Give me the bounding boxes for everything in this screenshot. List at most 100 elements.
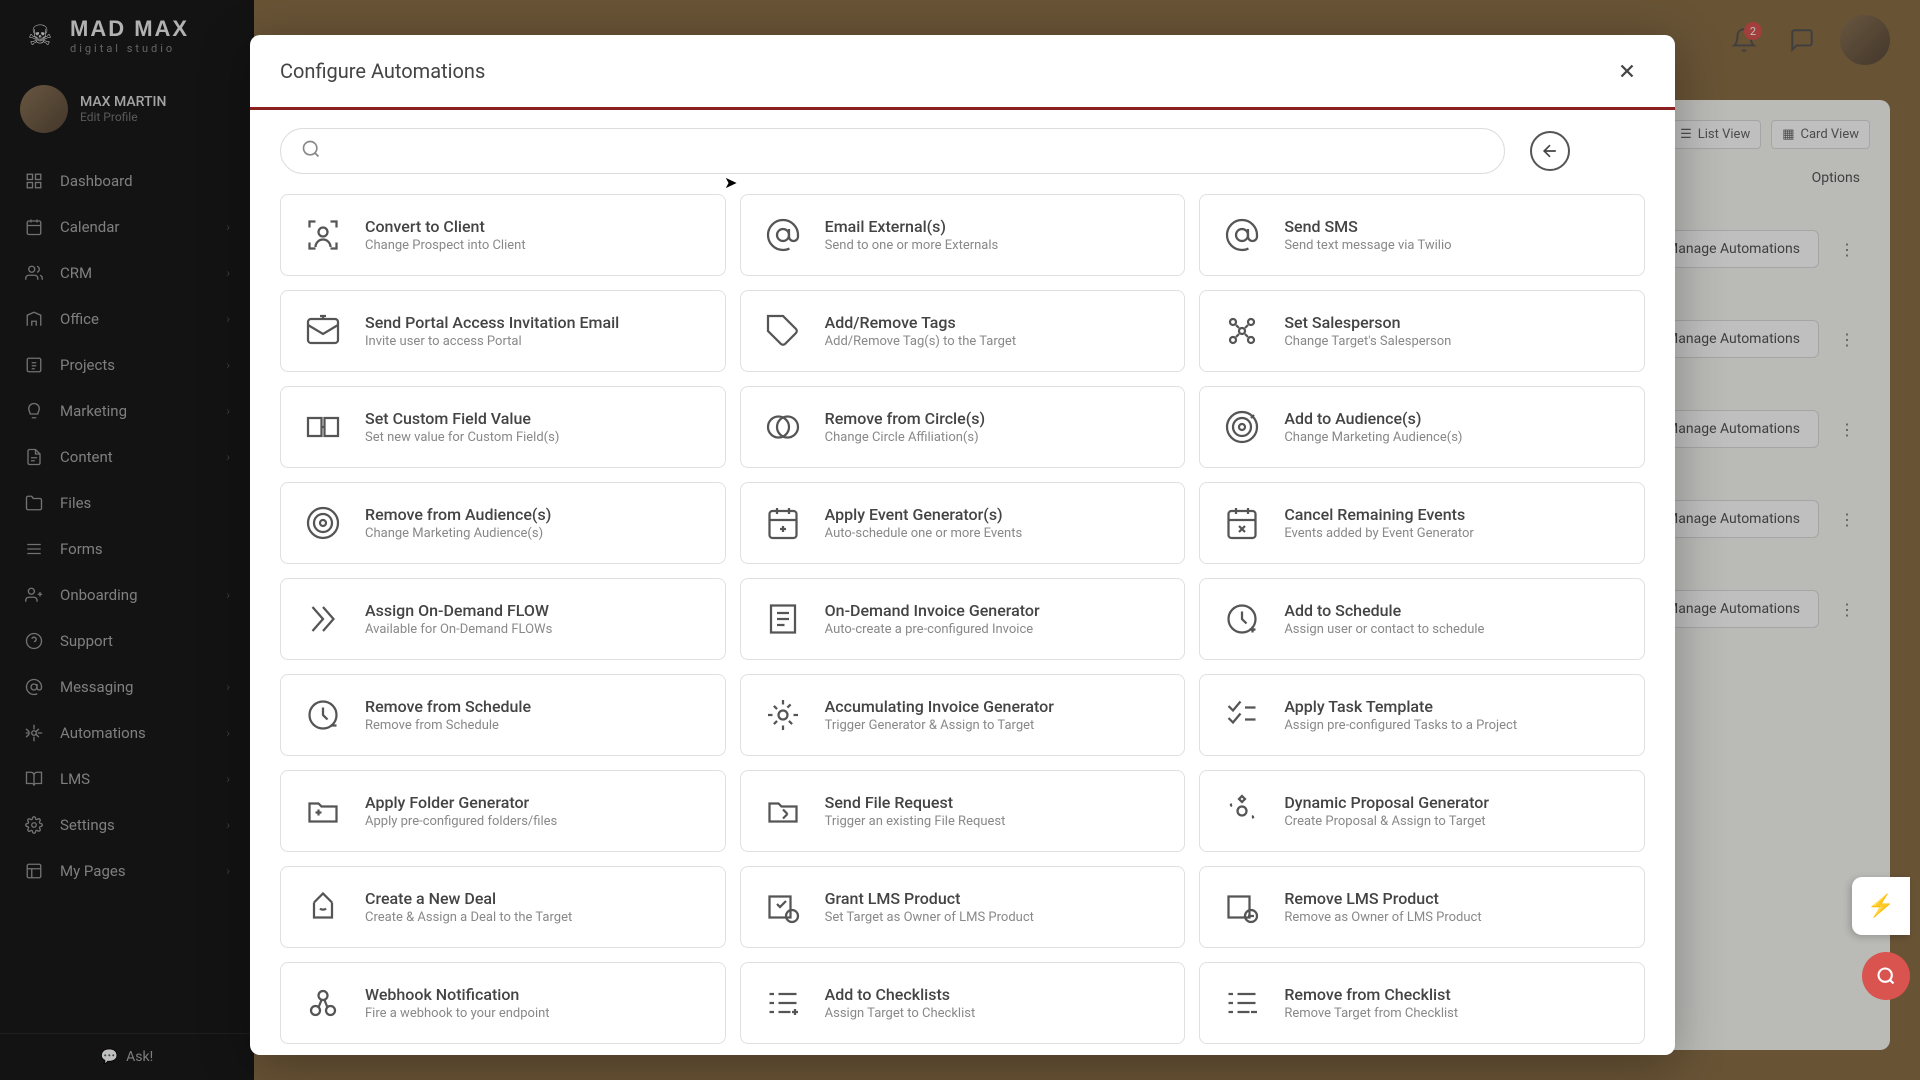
search-row: [250, 110, 1675, 184]
configure-automations-modal: Configure Automations Convert to ClientC…: [250, 35, 1675, 1055]
schedule-add-icon: [1220, 597, 1264, 641]
action-card-circle[interactable]: Remove from Circle(s)Change Circle Affil…: [740, 386, 1186, 468]
sms-icon: [1220, 213, 1264, 257]
action-card-sms[interactable]: Send SMSSend text message via Twilio: [1199, 194, 1645, 276]
email-icon: [761, 213, 805, 257]
search-icon: [301, 139, 321, 163]
action-title: Apply Task Template: [1284, 697, 1517, 716]
action-title: Send SMS: [1284, 217, 1451, 236]
invoice-icon: [761, 597, 805, 641]
action-card-deal[interactable]: Create a New Deal Create & Assign a Deal …: [280, 866, 726, 948]
folder-icon: [301, 789, 345, 833]
action-subtitle: Remove from Schedule: [365, 718, 531, 733]
arrow-left-icon: [1540, 141, 1560, 161]
back-button[interactable]: [1530, 131, 1570, 171]
action-card-convert[interactable]: Convert to ClientChange Prospect into Cl…: [280, 194, 726, 276]
action-card-folder[interactable]: Apply Folder Generator Apply pre-configur…: [280, 770, 726, 852]
action-subtitle: Fire a webhook to your endpoint: [365, 1006, 550, 1021]
action-title: Apply Folder Generator: [365, 793, 557, 812]
action-card-lms-grant[interactable]: Grant LMS ProductSet Target as Owner of …: [740, 866, 1186, 948]
action-card-portal[interactable]: Send Portal Access Invitation Email Invit…: [280, 290, 726, 372]
schedule-rm-icon: [301, 693, 345, 737]
action-subtitle: Create & Assign a Deal to the Target: [365, 910, 572, 925]
action-card-flow[interactable]: Assign On-Demand FLOWAvailable for On-De…: [280, 578, 726, 660]
audience-rm-icon: [301, 501, 345, 545]
search-fab[interactable]: [1862, 952, 1910, 1000]
lms-grant-icon: [761, 885, 805, 929]
action-card-email[interactable]: Email External(s)Send to one or more Ext…: [740, 194, 1186, 276]
action-subtitle: Remove Target from Checklist: [1284, 1006, 1458, 1021]
close-icon: [1616, 60, 1638, 82]
action-subtitle: Add/Remove Tag(s) to the Target: [825, 334, 1016, 349]
action-subtitle: Assign user or contact to schedule: [1284, 622, 1484, 637]
action-subtitle: Create Proposal & Assign to Target: [1284, 814, 1489, 829]
action-subtitle: Change Marketing Audience(s): [1284, 430, 1462, 445]
action-title: Remove LMS Product: [1284, 889, 1481, 908]
action-card-invoice[interactable]: On-Demand Invoice GeneratorAuto-create a…: [740, 578, 1186, 660]
action-subtitle: Remove as Owner of LMS Product: [1284, 910, 1481, 925]
action-subtitle: Set Target as Owner of LMS Product: [825, 910, 1034, 925]
action-card-file-req[interactable]: Send File Request Trigger an existing Fil…: [740, 770, 1186, 852]
event-cancel-icon: [1220, 501, 1264, 545]
action-card-salesperson[interactable]: Set Salesperson Change Target's Salespers…: [1199, 290, 1645, 372]
action-title: Send Portal Access Invitation Email: [365, 313, 619, 332]
action-card-event-gen[interactable]: Apply Event Generator(s)Auto-schedule on…: [740, 482, 1186, 564]
search-input[interactable]: [331, 142, 1484, 160]
action-title: Dynamic Proposal Generator: [1284, 793, 1489, 812]
action-subtitle: Assign Target to Checklist: [825, 1006, 976, 1021]
action-card-lms-rm[interactable]: Remove LMS Product Remove as Owner of LMS…: [1199, 866, 1645, 948]
action-subtitle: Trigger an existing File Request: [825, 814, 1006, 829]
action-card-checklist-rm[interactable]: Remove from Checklist Remove Target from …: [1199, 962, 1645, 1044]
checklist-rm-icon: [1220, 981, 1264, 1025]
action-subtitle: Apply pre-configured folders/files: [365, 814, 557, 829]
salesperson-icon: [1220, 309, 1264, 353]
action-subtitle: Change Marketing Audience(s): [365, 526, 551, 541]
action-card-schedule-rm[interactable]: Remove from Schedule Remove from Schedule: [280, 674, 726, 756]
action-subtitle: Assign pre-configured Tasks to a Project: [1284, 718, 1517, 733]
action-title: Convert to Client: [365, 217, 526, 236]
event-gen-icon: [761, 501, 805, 545]
action-card-proposal[interactable]: Dynamic Proposal Generator Create Proposa…: [1199, 770, 1645, 852]
search-box[interactable]: [280, 128, 1505, 174]
action-card-acc-invoice[interactable]: Accumulating Invoice Generator Trigger Ge…: [740, 674, 1186, 756]
actions-grid: Convert to ClientChange Prospect into Cl…: [250, 184, 1675, 1055]
action-title: Set Custom Field Value: [365, 409, 559, 428]
action-card-checklist-add[interactable]: Add to Checklists Assign Target to Checkl…: [740, 962, 1186, 1044]
action-card-audience-rm[interactable]: Remove from Audience(s) Change Marketing …: [280, 482, 726, 564]
field-icon: [301, 405, 345, 449]
webhook-icon: [301, 981, 345, 1025]
modal-title: Configure Automations: [280, 59, 485, 83]
action-card-schedule-add[interactable]: Add to ScheduleAssign user or contact to…: [1199, 578, 1645, 660]
action-title: Remove from Checklist: [1284, 985, 1458, 1004]
action-card-audience-add[interactable]: Add to Audience(s)Change Marketing Audie…: [1199, 386, 1645, 468]
bolt-fab[interactable]: ⚡: [1852, 877, 1910, 935]
action-title: Remove from Schedule: [365, 697, 531, 716]
proposal-icon: [1220, 789, 1264, 833]
action-title: Set Salesperson: [1284, 313, 1451, 332]
action-card-field[interactable]: Set Custom Field Value Set new value for …: [280, 386, 726, 468]
portal-icon: [301, 309, 345, 353]
action-title: Webhook Notification: [365, 985, 550, 1004]
action-title: Email External(s): [825, 217, 999, 236]
deal-icon: [301, 885, 345, 929]
action-subtitle: Trigger Generator & Assign to Target: [825, 718, 1054, 733]
action-card-webhook[interactable]: Webhook Notification Fire a webhook to yo…: [280, 962, 726, 1044]
close-button[interactable]: [1609, 53, 1645, 89]
modal-header: Configure Automations: [250, 35, 1675, 110]
action-title: On-Demand Invoice Generator: [825, 601, 1040, 620]
action-card-event-cancel[interactable]: Cancel Remaining EventsEvents added by E…: [1199, 482, 1645, 564]
tags-icon: [761, 309, 805, 353]
lms-rm-icon: [1220, 885, 1264, 929]
action-title: Add to Checklists: [825, 985, 976, 1004]
action-subtitle: Set new value for Custom Field(s): [365, 430, 559, 445]
action-title: Accumulating Invoice Generator: [825, 697, 1054, 716]
action-card-tasks[interactable]: Apply Task Template Assign pre-configured…: [1199, 674, 1645, 756]
tasks-icon: [1220, 693, 1264, 737]
action-subtitle: Invite user to access Portal: [365, 334, 619, 349]
action-subtitle: Change Target's Salesperson: [1284, 334, 1451, 349]
action-title: Send File Request: [825, 793, 1006, 812]
action-title: Remove from Circle(s): [825, 409, 985, 428]
action-title: Remove from Audience(s): [365, 505, 551, 524]
action-title: Create a New Deal: [365, 889, 572, 908]
action-card-tags[interactable]: Add/Remove TagsAdd/Remove Tag(s) to the …: [740, 290, 1186, 372]
